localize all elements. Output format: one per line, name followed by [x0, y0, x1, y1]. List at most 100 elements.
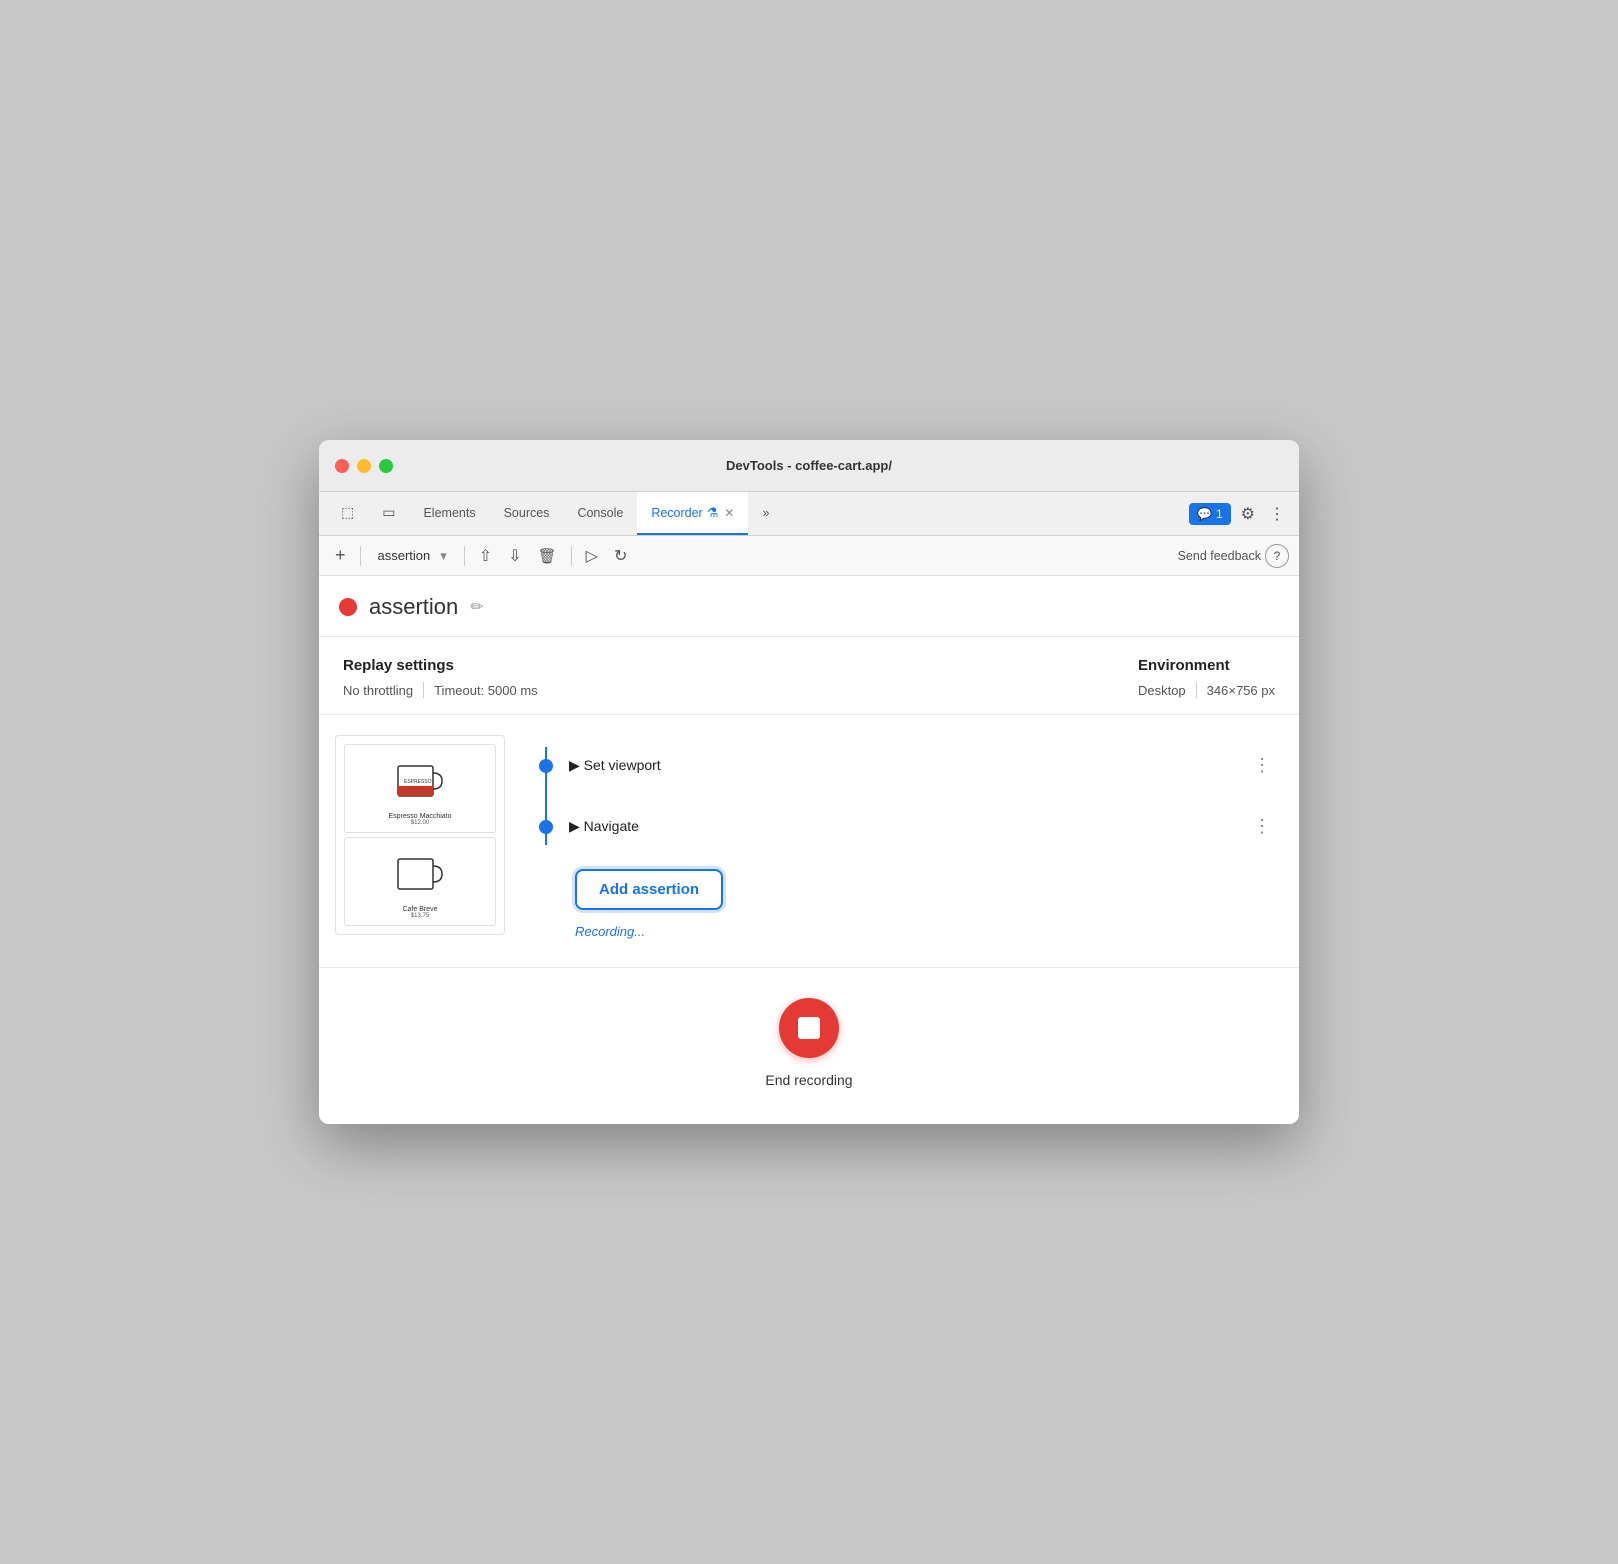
- devtools-window: DevTools - coffee-cart.app/ ⬚ ▭ Elements…: [319, 440, 1299, 1124]
- svg-text:ESPRESSO: ESPRESSO: [404, 779, 432, 785]
- settings-button[interactable]: ⚙: [1237, 500, 1259, 528]
- tab-recorder[interactable]: Recorder ⚗ ✕: [637, 492, 748, 535]
- recorder-tab-label: Recorder: [651, 506, 702, 520]
- replay-icon: ↻: [614, 546, 627, 566]
- step-label-1: ▶ Set viewport: [569, 757, 1229, 774]
- help-button[interactable]: ?: [1265, 544, 1289, 568]
- export-button[interactable]: ⇧: [473, 542, 498, 570]
- end-recording-section: End recording: [319, 968, 1299, 1124]
- step-more-menu-2[interactable]: ⋮: [1245, 812, 1279, 841]
- toolbar-sep-3: [571, 546, 572, 566]
- more-icon: ⋮: [1269, 506, 1285, 523]
- mug-2-price: $13.75: [411, 913, 429, 919]
- trash-icon: 🗑: [538, 547, 557, 565]
- env-size: 346×756 px: [1207, 683, 1275, 698]
- edit-title-icon[interactable]: ✏: [470, 597, 483, 617]
- step-dot-2: [539, 820, 553, 834]
- mug-svg-2: [390, 844, 450, 904]
- main-content: assertion ✏ Replay settings No throttlin…: [319, 576, 1299, 1124]
- steps-area: ESPRESSO Espresso Macchiato $12.00 Cafe: [319, 715, 1299, 968]
- recording-name-text: assertion: [378, 548, 431, 563]
- timeout-value[interactable]: Timeout: 5000 ms: [434, 683, 538, 698]
- recording-name-selector[interactable]: assertion ▾: [369, 545, 456, 567]
- recording-title: assertion: [369, 594, 458, 620]
- stop-recording-button[interactable]: [779, 998, 839, 1058]
- tab-elements[interactable]: Elements: [409, 492, 489, 535]
- play-icon: ▷: [586, 546, 598, 566]
- recording-header: assertion ✏: [319, 576, 1299, 637]
- download-button[interactable]: ⇩: [502, 542, 527, 570]
- step-more-menu-1[interactable]: ⋮: [1245, 751, 1279, 780]
- elements-tab-label: Elements: [423, 506, 475, 520]
- recorder-close-icon[interactable]: ✕: [724, 506, 734, 520]
- recorder-flask-icon: ⚗: [707, 505, 719, 521]
- settings-divider: [423, 682, 424, 698]
- env-preset[interactable]: Desktop: [1138, 683, 1186, 698]
- step-dot-1: [539, 759, 553, 773]
- minimize-button[interactable]: [357, 459, 371, 473]
- feedback-badge-button[interactable]: 💬 1: [1189, 503, 1231, 525]
- traffic-lights: [335, 459, 393, 473]
- window-title: DevTools - coffee-cart.app/: [726, 458, 892, 473]
- tab-more[interactable]: »: [748, 492, 783, 535]
- mug-1-price: $12.00: [411, 820, 429, 826]
- console-tab-label: Console: [577, 506, 623, 520]
- toolbar-sep-1: [360, 546, 361, 566]
- tab-console[interactable]: Console: [563, 492, 637, 535]
- close-button[interactable]: [335, 459, 349, 473]
- end-recording-label: End recording: [765, 1072, 852, 1088]
- chevron-down-icon: ▾: [440, 548, 447, 564]
- recording-indicator: [339, 598, 357, 616]
- env-title: Environment: [1138, 657, 1275, 674]
- steps-preview: ESPRESSO Espresso Macchiato $12.00 Cafe: [319, 735, 519, 947]
- sources-tab-label: Sources: [504, 506, 550, 520]
- mug-svg-1: ESPRESSO: [390, 751, 450, 811]
- add-assertion-area: Add assertion Recording...: [539, 857, 1279, 947]
- replay-button[interactable]: ↻: [608, 542, 633, 570]
- throttle-value[interactable]: No throttling: [343, 683, 413, 698]
- add-icon: +: [335, 545, 346, 566]
- replay-settings-row: No throttling Timeout: 5000 ms: [343, 682, 538, 698]
- environment-settings: Environment Desktop 346×756 px: [1138, 657, 1275, 698]
- replay-settings-title: Replay settings: [343, 657, 538, 674]
- timeline: ▶ Set viewport ⋮ ▶ Navigate ⋮: [539, 735, 1279, 857]
- send-feedback-link[interactable]: Send feedback: [1178, 549, 1261, 563]
- more-options-button[interactable]: ⋮: [1265, 500, 1289, 528]
- delete-button[interactable]: 🗑: [532, 543, 563, 569]
- question-mark-icon: ?: [1274, 549, 1281, 563]
- step-set-viewport: ▶ Set viewport ⋮: [539, 735, 1279, 796]
- preview-image: ESPRESSO Espresso Macchiato $12.00 Cafe: [335, 735, 505, 935]
- maximize-button[interactable]: [379, 459, 393, 473]
- badge-count: 1: [1216, 507, 1223, 521]
- selector-icon: ⬚: [341, 504, 354, 521]
- steps-content: ▶ Set viewport ⋮ ▶ Navigate ⋮ Add assert…: [519, 735, 1299, 947]
- tabs-right-controls: 💬 1 ⚙ ⋮: [1189, 492, 1299, 535]
- recorder-toolbar: + assertion ▾ ⇧ ⇩ 🗑 ▷ ↻ Send feedback ?: [319, 536, 1299, 576]
- tab-device-icon[interactable]: ▭: [368, 492, 409, 535]
- add-assertion-button[interactable]: Add assertion: [575, 869, 723, 910]
- step-label-2: ▶ Navigate: [569, 818, 1229, 835]
- tab-sources[interactable]: Sources: [490, 492, 564, 535]
- mug-1-label: Espresso Macchiato: [388, 813, 451, 820]
- mug-item-2[interactable]: Cafe Breve $13.75: [344, 837, 496, 926]
- mug-item-1[interactable]: ESPRESSO Espresso Macchiato $12.00: [344, 744, 496, 833]
- gear-icon: ⚙: [1241, 506, 1255, 523]
- play-button[interactable]: ▷: [580, 542, 604, 570]
- device-icon: ▭: [382, 504, 395, 521]
- devtools-tabs: ⬚ ▭ Elements Sources Console Recorder ⚗ …: [319, 492, 1299, 536]
- stop-icon: [798, 1017, 820, 1039]
- more-tabs-icon: »: [762, 506, 769, 520]
- env-row: Desktop 346×756 px: [1138, 682, 1275, 698]
- chat-icon: 💬: [1197, 507, 1212, 521]
- step-navigate: ▶ Navigate ⋮: [539, 796, 1279, 857]
- env-divider: [1196, 682, 1197, 698]
- tab-selector-icon[interactable]: ⬚: [327, 492, 368, 535]
- toolbar-sep-2: [464, 546, 465, 566]
- titlebar: DevTools - coffee-cart.app/: [319, 440, 1299, 492]
- recording-status: Recording...: [575, 924, 645, 939]
- add-recording-button[interactable]: +: [329, 541, 352, 570]
- export-icon: ⇧: [479, 546, 492, 566]
- settings-section: Replay settings No throttling Timeout: 5…: [319, 637, 1299, 715]
- download-icon: ⇩: [508, 546, 521, 566]
- replay-settings: Replay settings No throttling Timeout: 5…: [343, 657, 538, 698]
